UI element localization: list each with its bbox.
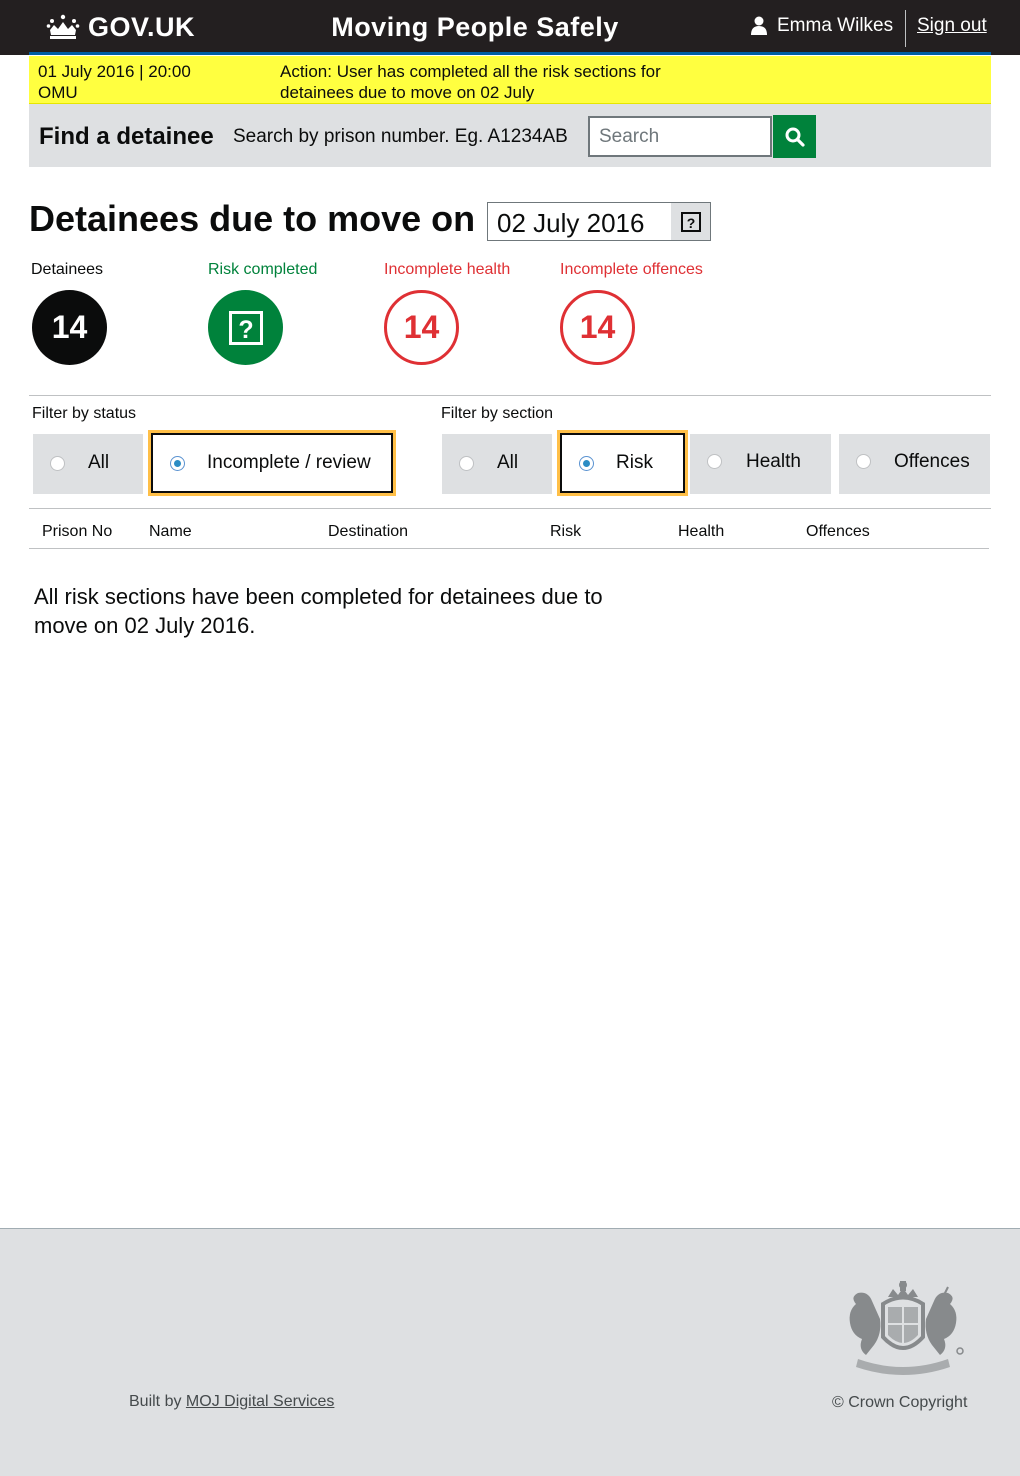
global-footer: Built by MOJ Digital Services © Crown Co…: [0, 1228, 1020, 1476]
stat-label: Risk completed: [208, 261, 318, 278]
crown-copyright: © Crown Copyright: [832, 1394, 968, 1411]
action-notice: 01 July 2016 | 20:00 OMU Action: User ha…: [29, 56, 991, 104]
radio-selected-icon: [170, 456, 185, 471]
move-date-picker[interactable]: 02 July 2016 ?: [487, 202, 711, 241]
notice-action-line1: Action: User has completed all the risk …: [280, 62, 661, 81]
header-underline: [29, 52, 991, 55]
user-info: Emma Wilkes: [750, 15, 893, 37]
question-icon: ?: [680, 211, 701, 232]
stat-count: ?: [208, 290, 283, 365]
stat-label: Detainees: [31, 261, 104, 278]
stat-label: Incomplete health: [384, 261, 511, 278]
column-prison-no: Prison No: [42, 523, 113, 540]
column-name: Name: [149, 523, 192, 540]
find-title: Find a detainee: [39, 123, 214, 150]
notice-location: OMU: [38, 83, 78, 102]
stats-divider: [29, 395, 991, 396]
built-by-label: Built by: [129, 1393, 182, 1410]
stat-risk-completed[interactable]: Risk completed ?: [208, 261, 318, 365]
find-hint: Search by prison number. Eg. A1234AB: [233, 126, 568, 147]
question-icon: ?: [228, 310, 263, 345]
svg-text:?: ?: [238, 316, 253, 344]
filter-status-all[interactable]: All: [33, 434, 143, 494]
notice-meta: 01 July 2016 | 20:00 OMU: [38, 61, 258, 103]
column-risk: Risk: [550, 523, 582, 540]
filter-status-label: Filter by status: [32, 405, 137, 422]
user-name: Emma Wilkes: [777, 15, 894, 36]
stat-count: 14: [560, 290, 635, 365]
stat-count: 14: [32, 290, 107, 365]
filter-section-all[interactable]: All: [442, 434, 552, 494]
user-icon: [751, 16, 767, 35]
notice-action: Action: User has completed all the risk …: [280, 61, 720, 103]
search-button[interactable]: [773, 115, 816, 158]
stat-count: 14: [384, 290, 459, 365]
radio-label: Offences: [894, 451, 970, 472]
filters-divider: [29, 508, 991, 509]
moj-digital-services-link[interactable]: MOJ Digital Services: [186, 1393, 334, 1410]
find-detainee-bar: Find a detainee Search by prison number.…: [29, 104, 991, 167]
filter-section-risk[interactable]: Risk: [557, 430, 688, 496]
stat-incomplete-offences[interactable]: Incomplete offences 14: [560, 261, 703, 365]
date-help-button[interactable]: ?: [671, 203, 710, 240]
built-by: Built by MOJ Digital Services: [129, 1393, 334, 1411]
stat-incomplete-health[interactable]: Incomplete health 14: [384, 261, 511, 365]
column-offences: Offences: [806, 523, 870, 540]
move-date-value: 02 July 2016: [497, 208, 645, 238]
radio-label: Health: [746, 451, 801, 472]
royal-coat-of-arms-icon: [849, 1281, 964, 1375]
notice-timestamp: 01 July 2016 | 20:00: [38, 62, 191, 81]
radio-label: All: [88, 452, 110, 473]
radio-label: All: [497, 452, 519, 473]
column-destination: Destination: [328, 523, 409, 540]
page-title: Detainees due to move on: [29, 198, 476, 239]
svg-text:?: ?: [686, 215, 695, 231]
radio-icon: [459, 456, 474, 471]
search-input[interactable]: [588, 116, 772, 157]
radio-icon: [707, 454, 722, 469]
empty-results-message: All risk sections have been completed fo…: [34, 584, 603, 638]
radio-selected-icon: [579, 456, 594, 471]
radio-icon: [856, 454, 871, 469]
search-icon: [785, 127, 805, 147]
column-health: Health: [678, 523, 725, 540]
sign-out-link[interactable]: Sign out: [917, 15, 987, 37]
filter-section-health[interactable]: Health: [690, 434, 831, 494]
stat-label: Incomplete offences: [560, 261, 703, 278]
header-divider: [905, 10, 906, 47]
filter-section-offences[interactable]: Offences: [839, 434, 990, 494]
table-header-divider: [29, 548, 989, 549]
radio-label: Incomplete / review: [207, 452, 371, 473]
notice-action-line2: detainees due to move on 02 July: [280, 83, 535, 102]
filter-section-label: Filter by section: [441, 405, 554, 422]
filter-status-incomplete[interactable]: Incomplete / review: [148, 430, 396, 496]
global-header: GOV.UK Moving People Safely Emma Wilkes …: [0, 0, 1020, 55]
radio-label: Risk: [616, 452, 653, 473]
radio-icon: [50, 456, 65, 471]
stat-detainees[interactable]: Detainees 14: [31, 261, 107, 365]
